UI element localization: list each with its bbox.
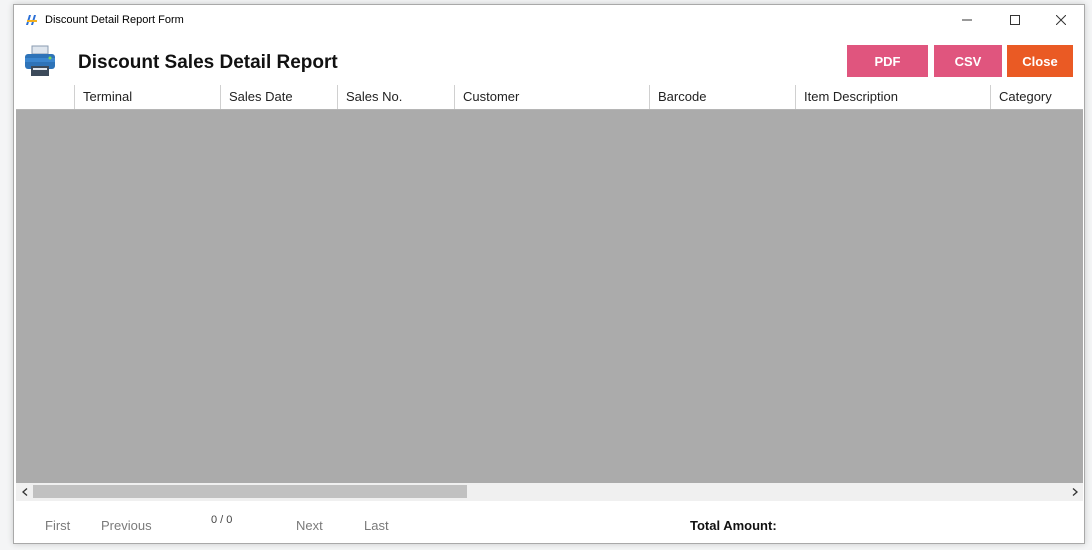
close-button[interactable]: Close [1007,45,1073,77]
scroll-right-button[interactable] [1066,483,1083,501]
last-page-button[interactable]: Last [364,518,389,533]
title-bar[interactable]: Discount Detail Report Form [14,5,1084,37]
window-close-button[interactable] [1038,5,1084,35]
maximize-icon [1010,15,1020,25]
printer-icon [25,45,55,76]
next-page-button[interactable]: Next [296,518,323,533]
window-title: Discount Detail Report Form [45,14,184,26]
grid-header: Terminal Sales Date Sales No. Customer B… [16,85,1083,110]
first-page-button[interactable]: First [45,518,70,533]
horizontal-scrollbar[interactable] [16,483,1083,501]
page-title: Discount Sales Detail Report [78,52,338,73]
minimize-button[interactable] [944,5,990,35]
column-header-item-description[interactable]: Item Description [796,85,991,109]
column-header-category[interactable]: Category [991,85,1083,109]
pagination-bar: First Previous 0 / 0 Next Last Total Amo… [14,502,1084,543]
total-amount-label: Total Amount: [690,518,777,533]
close-icon [1056,15,1066,25]
page-counter: 0 / 0 [211,514,233,526]
chevron-right-icon [1072,488,1078,496]
pdf-button[interactable]: PDF [847,45,928,77]
app-icon [26,15,37,25]
scroll-left-button[interactable] [16,483,33,501]
column-header-terminal[interactable]: Terminal [75,85,221,109]
minimize-icon [962,19,972,21]
maximize-button[interactable] [992,5,1038,35]
column-header-barcode[interactable]: Barcode [650,85,796,109]
column-header-sales-date[interactable]: Sales Date [221,85,338,109]
csv-button[interactable]: CSV [934,45,1002,77]
chevron-left-icon [21,488,27,496]
report-window: Discount Detail Report Form Discount Sal… [13,4,1085,544]
scrollbar-thumb[interactable] [33,485,467,498]
column-header-customer[interactable]: Customer [455,85,650,109]
previous-page-button[interactable]: Previous [101,518,152,533]
column-header-sales-no[interactable]: Sales No. [338,85,455,109]
report-toolbar: Discount Sales Detail Report PDF CSV Clo… [14,37,1084,87]
row-header-column[interactable] [16,85,75,109]
report-grid[interactable]: Terminal Sales Date Sales No. Customer B… [16,85,1083,501]
